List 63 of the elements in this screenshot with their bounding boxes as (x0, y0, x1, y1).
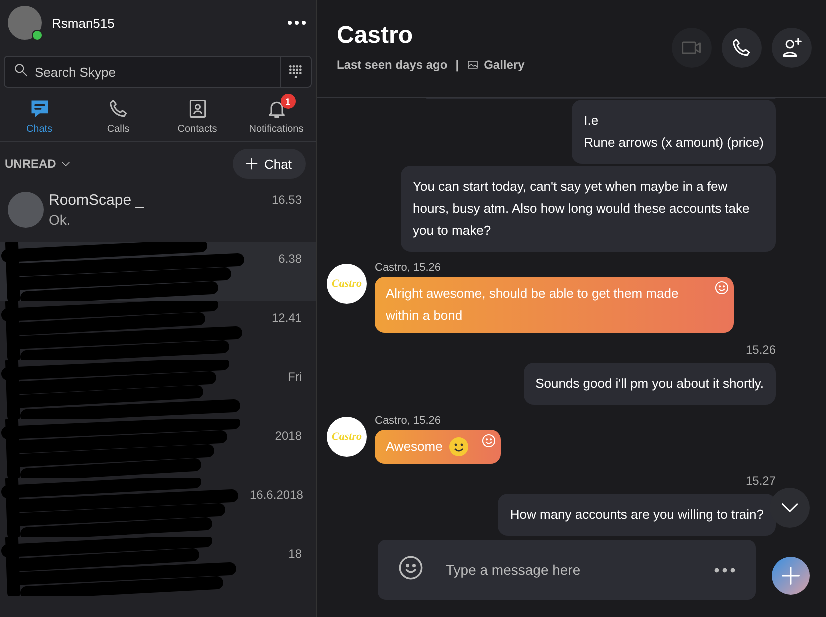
nav-tab[interactable]: Contacts (158, 98, 237, 135)
message-bubble: You can start today, can't say yet when maybe in a few hours, busy atm. Also how long would these accounts take you to make? (401, 166, 776, 252)
chat-list-item[interactable]: 12.41 (0, 301, 316, 360)
smiley-emoji-icon (448, 437, 469, 457)
new-chat-button[interactable]: Chat (232, 149, 306, 179)
notification-badge: 1 (280, 94, 296, 109)
message-composer[interactable]: Type a message here (378, 540, 756, 600)
plus-icon (244, 157, 259, 171)
nav-tab[interactable]: Chats (0, 98, 79, 135)
chat-list-item[interactable]: 18 (0, 537, 316, 596)
profile-photo-placeholder[interactable] (8, 6, 42, 40)
message-input[interactable]: Type a message here (444, 561, 694, 579)
add-reaction-icon (480, 433, 497, 449)
message-time: 15.27 (746, 474, 776, 488)
plus-icon (780, 565, 802, 587)
sender-and-time: Castro, 15.26 (375, 262, 442, 274)
message-bubble: Sounds good i'll pm you about it shortly. (524, 363, 776, 405)
header-action-button[interactable] (722, 28, 762, 68)
chat-list-item[interactable]: RoomScape _ Ok. 16.53 (0, 183, 316, 242)
phone-icon (731, 37, 753, 59)
separator: | (456, 58, 460, 72)
contact-avatar: Castro (327, 264, 367, 304)
contact-avatar: Castro (327, 417, 367, 457)
chat-time: 12.41 (272, 310, 302, 325)
avatar-circle (8, 192, 44, 228)
phone-icon (108, 98, 130, 120)
incoming-message-bubble: Alright awesome, should be able to get them made within a bond (375, 277, 734, 333)
sender-and-time: Castro, 15.26 (375, 415, 442, 427)
more-options-icon[interactable] (288, 21, 306, 25)
message-preview: Ok. (49, 212, 72, 228)
message-bubble: How many accounts are you willing to train? (498, 494, 776, 536)
search-bar[interactable]: Search Skype (4, 56, 312, 88)
header-action-button[interactable] (772, 28, 812, 68)
message-bubble: I.e Rune arrows (x amount) (price) (572, 100, 776, 164)
chat-list-item[interactable]: 16.6.2018 (0, 478, 316, 537)
chat-list-item[interactable]: 6.38 (0, 242, 316, 301)
dialpad-icon (288, 64, 304, 80)
add-person-icon (781, 37, 803, 59)
scroll-down-button[interactable] (770, 488, 810, 528)
add-reaction-icon (714, 280, 730, 296)
search-input[interactable]: Search Skype (29, 64, 280, 80)
message-time: 15.26 (746, 343, 776, 357)
incoming-message-bubble: Awesome (375, 430, 501, 464)
chat-time: 18 (288, 546, 302, 561)
chat-time: 16.53 (272, 192, 302, 207)
chat-list-item[interactable]: 2018 (0, 419, 316, 478)
gallery-icon (467, 59, 480, 71)
chat-time: Fri (288, 369, 302, 384)
chat-time: 16.6.2018 (250, 487, 304, 502)
chat-name: RoomScape _ (49, 192, 146, 209)
search-icon (13, 62, 29, 78)
chat-time: 6.38 (278, 251, 302, 266)
profile-name: Rsman515 (52, 16, 116, 30)
more-options-icon[interactable] (714, 568, 736, 572)
add-button[interactable] (772, 557, 810, 595)
conversation-title: Castro (337, 22, 414, 50)
nav-tab[interactable]: Calls (79, 98, 158, 135)
filter-label[interactable]: UNREAD (5, 157, 56, 171)
emoji-icon (398, 554, 424, 580)
last-seen-status: Last seen days ago (337, 58, 448, 72)
gallery-link[interactable]: Gallery (484, 58, 525, 72)
chat-time: 2018 (275, 428, 302, 443)
chat-list-item[interactable]: Fri (0, 360, 316, 419)
